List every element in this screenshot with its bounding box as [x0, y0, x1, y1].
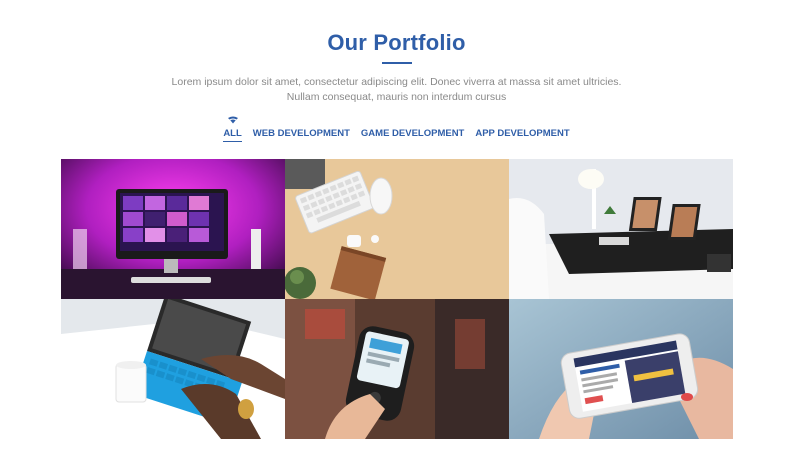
portfolio-item-tablet-typing[interactable]	[61, 299, 285, 439]
filter-app-development-label: APP DEVELOPMENT	[475, 128, 570, 139]
portfolio-item-laptop-desk[interactable]	[509, 159, 733, 299]
filter-web-development-label: WEB DEVELOPMENT	[252, 128, 350, 139]
filter-app-development[interactable]: APP DEVELOPMENT	[475, 128, 569, 142]
portfolio-item-smartphone-app[interactable]	[509, 299, 733, 439]
section-intro: Lorem ipsum dolor sit amet, consectetur …	[140, 75, 653, 105]
portfolio-item-desktop-setup[interactable]	[61, 159, 285, 299]
intro-line-1: Lorem ipsum dolor sit amet, consectetur …	[171, 76, 622, 88]
filter-game-development[interactable]: GAME DEVELOPMENT	[361, 128, 464, 142]
portfolio-filter-bar: ALL WEB DEVELOPMENT GAME DEVELOPMENT APP…	[0, 116, 793, 142]
portfolio-item-handheld-device[interactable]	[285, 299, 509, 439]
filter-all[interactable]: ALL	[223, 116, 242, 142]
filter-all-label: ALL	[223, 128, 242, 139]
smartphone-app-image	[509, 299, 733, 439]
filter-web-development[interactable]: WEB DEVELOPMENT	[253, 128, 350, 142]
active-indicator-icon	[227, 116, 238, 124]
workspace-flatlay-image	[285, 159, 509, 299]
section-title: Our Portfolio	[327, 30, 466, 55]
portfolio-grid	[61, 159, 733, 439]
tablet-typing-image	[61, 299, 285, 439]
handheld-device-image	[285, 299, 509, 439]
filter-game-development-label: GAME DEVELOPMENT	[360, 128, 465, 139]
portfolio-section: Our Portfolio Lorem ipsum dolor sit amet…	[0, 0, 793, 473]
title-underline	[382, 62, 412, 64]
laptop-desk-image	[509, 159, 733, 299]
intro-line-2: Nullam consequat, mauris non interdum cu…	[286, 91, 507, 103]
portfolio-item-workspace-flatlay[interactable]	[285, 159, 509, 299]
desktop-setup-image	[61, 159, 285, 299]
